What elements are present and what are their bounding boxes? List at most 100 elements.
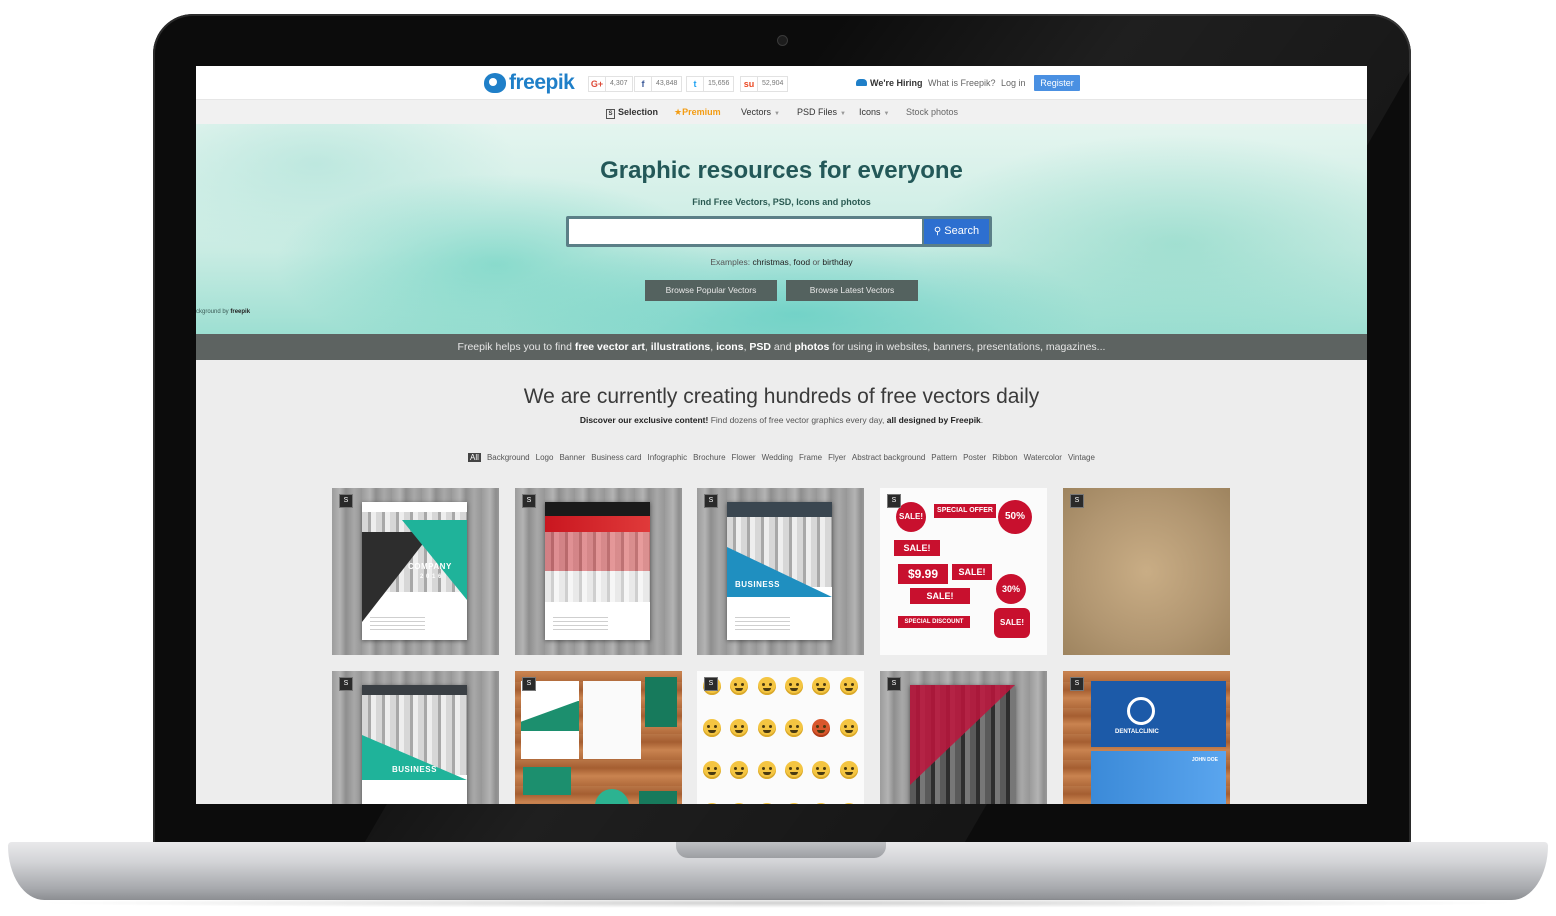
browse-popular-button[interactable]: Browse Popular Vectors	[645, 280, 777, 301]
search-button[interactable]: ⚲ Search	[924, 219, 989, 244]
business-card-back: JOHN DOE	[1091, 751, 1226, 804]
selection-badge-icon: S	[522, 677, 536, 691]
filter-business-card[interactable]: Business card	[591, 453, 641, 462]
emoji-icon	[703, 803, 721, 804]
business-card-front: DENTALCLINIC	[1091, 681, 1226, 747]
twitter-share[interactable]: t 15,656	[686, 76, 735, 92]
nav-stock-photos[interactable]: Stock photos	[906, 107, 958, 117]
background-credit[interactable]: ckground by freepik	[196, 309, 250, 315]
brochure-title: COMPANY	[408, 562, 452, 571]
filter-all[interactable]: All	[468, 453, 481, 462]
camera-icon	[777, 35, 788, 46]
thumbnail-brochure-red[interactable]: S	[515, 488, 682, 655]
filter-frame[interactable]: Frame	[799, 453, 822, 462]
example-link[interactable]: food	[794, 257, 811, 267]
register-button[interactable]: Register	[1034, 75, 1080, 91]
filter-vintage[interactable]: Vintage	[1068, 453, 1095, 462]
emoji-icon	[812, 761, 831, 779]
brochure-image: COMPANY 2 0 1 6	[362, 502, 467, 640]
emoji-icon	[730, 761, 749, 779]
top-header: freepik G+ 4,307 f 43,848 t 15,656 su 52…	[196, 66, 1367, 99]
emoji-icon	[812, 677, 831, 695]
letterhead	[583, 681, 641, 759]
freepik-logo[interactable]: freepik	[484, 71, 575, 95]
main-title: We are currently creating hundreds of fr…	[523, 385, 1040, 408]
login-link[interactable]: Log in	[1001, 78, 1026, 88]
filter-watercolor[interactable]: Watercolor	[1024, 453, 1062, 462]
selection-badge-icon: S	[887, 494, 901, 508]
selection-badge-icon: S	[1070, 494, 1084, 508]
brochure-title: BUSINESS	[392, 765, 437, 774]
brochure-image: BUSINESS	[727, 502, 832, 640]
thumbnail-paper-texture[interactable]: S	[1063, 488, 1230, 655]
browse-latest-button[interactable]: Browse Latest Vectors	[786, 280, 918, 301]
filter-brochure[interactable]: Brochure	[693, 453, 725, 462]
search-input[interactable]	[569, 219, 922, 244]
hiring-link[interactable]: We're Hiring	[856, 78, 922, 88]
google-plus-share[interactable]: G+ 4,307	[588, 76, 633, 92]
filter-logo[interactable]: Logo	[536, 453, 554, 462]
filter-pattern[interactable]: Pattern	[931, 453, 957, 462]
thumbnail-sale-labels[interactable]: SALE! SPECIAL OFFER 50% SALE! $9.99 SALE…	[880, 488, 1047, 655]
thumbnail-emoji-set[interactable]: S	[697, 671, 864, 804]
folder	[639, 791, 677, 804]
emoji-icon	[839, 677, 858, 695]
example-link[interactable]: christmas	[752, 257, 788, 267]
sub-bold-2: all designed by Freepik	[886, 415, 981, 425]
sale-tag: SALE!	[952, 564, 992, 580]
thumbnail-brochure-teal[interactable]: BUSINESS S	[332, 671, 499, 804]
nav-icons-label: Icons	[859, 107, 881, 117]
selection-badge-icon: S	[887, 677, 901, 691]
twitter-icon: t	[687, 77, 704, 91]
crimson-shape	[910, 685, 1015, 785]
nav-selection[interactable]: S Selection	[606, 107, 658, 119]
emoji-icon	[785, 719, 803, 737]
examples-label: Examples:	[710, 257, 751, 267]
filter-poster[interactable]: Poster	[963, 453, 986, 462]
nav-vectors[interactable]: Vectors ▼	[741, 107, 780, 117]
green-wave	[521, 701, 579, 731]
brochure-image: BUSINESS	[362, 685, 467, 804]
facebook-share[interactable]: f 43,848	[634, 76, 683, 92]
nav-psd-files[interactable]: PSD Files ▼	[797, 107, 846, 117]
thumbnail-brochure-blue[interactable]: BUSINESS S	[697, 488, 864, 655]
thumbnail-stationery[interactable]: S	[515, 671, 682, 804]
filter-flower[interactable]: Flower	[732, 453, 756, 462]
bg-credit-prefix: ckground by	[196, 309, 229, 315]
thumbnail-brochure-crimson[interactable]: S	[880, 671, 1047, 804]
selection-icon: S	[606, 109, 615, 119]
filter-flyer[interactable]: Flyer	[828, 453, 846, 462]
hero-title: Graphic resources for everyone	[600, 157, 963, 184]
hero-subtitle: Find Free Vectors, PSD, Icons and photos	[692, 197, 871, 207]
stumbleupon-share[interactable]: su 52,904	[740, 76, 789, 92]
filter-background[interactable]: Background	[487, 453, 530, 462]
nav-icons[interactable]: Icons ▼	[859, 107, 889, 117]
brochure-image	[910, 685, 1015, 804]
info-banner: Freepik helps you to find free vector ar…	[196, 334, 1367, 360]
search-icon: ⚲	[933, 226, 942, 237]
selection-badge-icon: S	[339, 677, 353, 691]
filter-wedding[interactable]: Wedding	[762, 453, 793, 462]
example-link[interactable]: birthday	[822, 257, 852, 267]
card-name: JOHN DOE	[1191, 757, 1218, 763]
filter-ribbon[interactable]: Ribbon	[992, 453, 1017, 462]
sub-text: Find dozens of free vector graphics ever…	[710, 415, 885, 425]
filter-infographic[interactable]: Infographic	[647, 453, 687, 462]
nav-selection-label: Selection	[618, 107, 659, 117]
filter-abstract-background[interactable]: Abstract background	[852, 453, 925, 462]
banner-bold: photos	[794, 341, 830, 353]
sub-bold: Discover our exclusive content!	[579, 415, 709, 425]
emoji-icon	[730, 803, 749, 804]
thumbnail-dental-card[interactable]: DENTALCLINIC JOHN DOE S	[1063, 671, 1230, 804]
thumbnail-brochure-green[interactable]: COMPANY 2 0 1 6 S	[332, 488, 499, 655]
selection-badge-icon: S	[704, 494, 718, 508]
emoji-grid	[703, 677, 859, 804]
what-is-freepik-link[interactable]: What is Freepik?	[928, 78, 996, 88]
emoji-icon	[812, 803, 831, 804]
sale-circle: 30%	[996, 574, 1026, 604]
filter-banner[interactable]: Banner	[559, 453, 585, 462]
nav-premium[interactable]: ★Premium	[674, 107, 721, 118]
google-plus-icon: G+	[589, 77, 606, 91]
emoji-icon	[757, 761, 776, 779]
selection-badge-icon: S	[704, 677, 718, 691]
